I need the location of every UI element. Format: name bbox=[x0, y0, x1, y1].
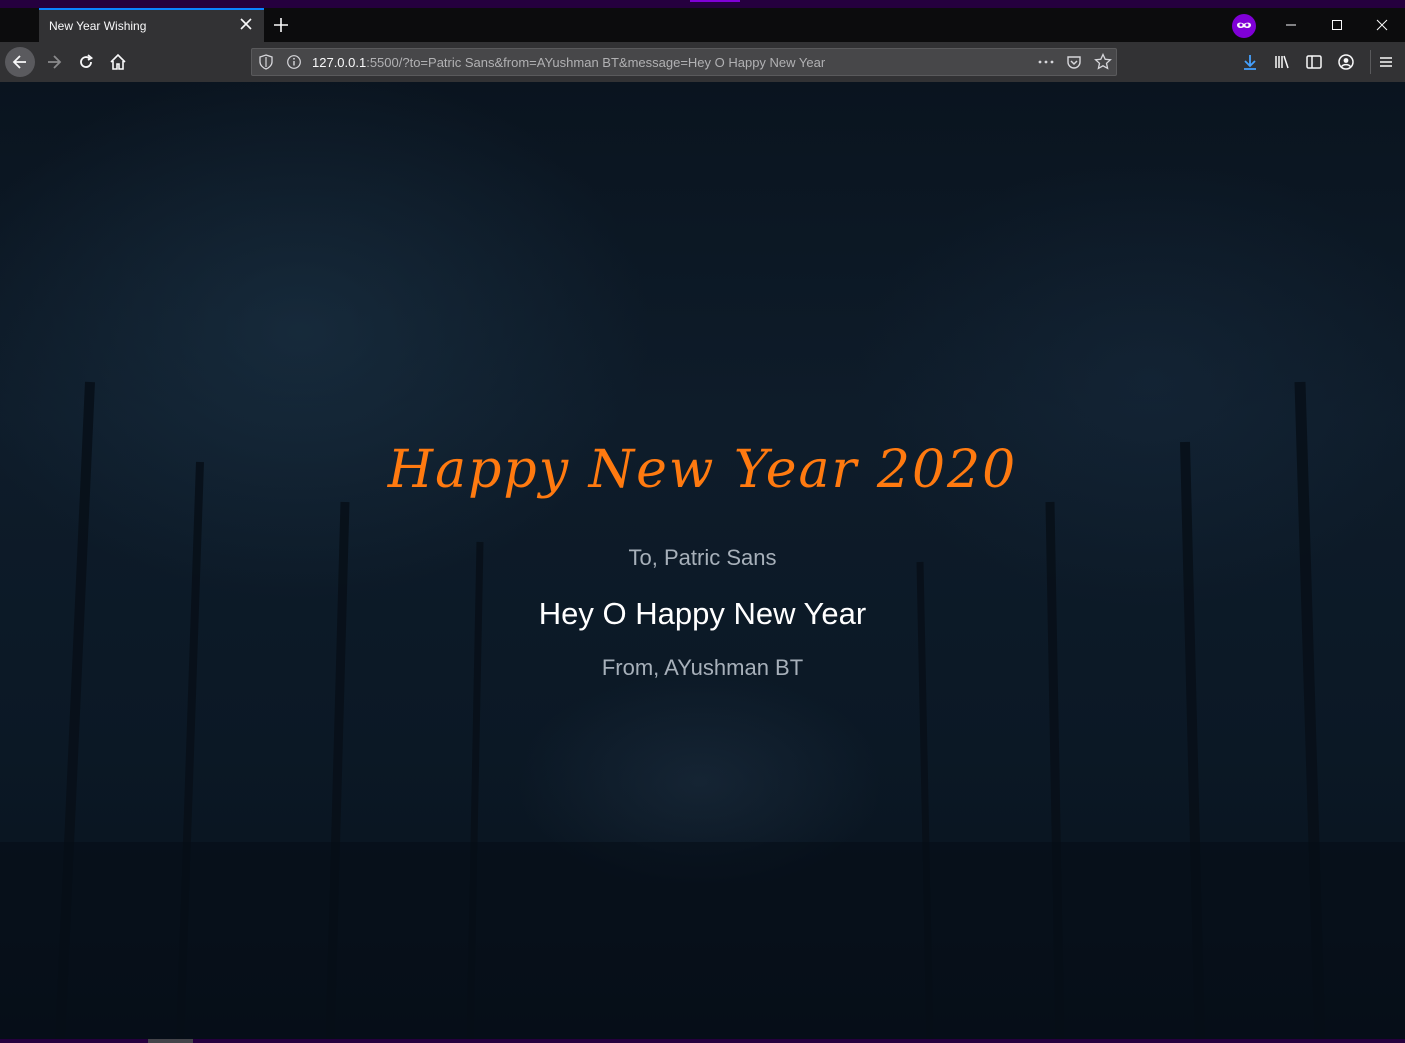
pocket-icon[interactable] bbox=[1066, 54, 1082, 74]
close-window-button[interactable] bbox=[1359, 8, 1405, 42]
url-path: :5500/?to=Patric Sans&from=AYushman BT&m… bbox=[366, 55, 826, 70]
minimize-button[interactable] bbox=[1268, 8, 1314, 42]
url-host: 127.0.0.1 bbox=[312, 55, 367, 70]
recipient-line: To, Patric Sans bbox=[628, 545, 777, 570]
downloads-button[interactable] bbox=[1238, 50, 1262, 74]
page-content: Happy New Year 2020 To, Patric Sans Hey … bbox=[0, 82, 1405, 1043]
reload-button[interactable] bbox=[74, 50, 98, 74]
download-icon bbox=[1244, 55, 1256, 70]
page-headline: Happy New Year 2020 bbox=[387, 440, 1018, 500]
bottom-edge bbox=[0, 1039, 1405, 1043]
account-icon bbox=[1338, 54, 1354, 70]
arrow-right-icon bbox=[48, 55, 62, 69]
home-button[interactable] bbox=[106, 50, 130, 74]
hamburger-icon bbox=[1380, 57, 1392, 67]
library-icon bbox=[1275, 55, 1289, 69]
maximize-button[interactable] bbox=[1314, 8, 1360, 42]
sidebar-button[interactable] bbox=[1302, 50, 1326, 74]
bottom-thumb bbox=[148, 1039, 193, 1043]
tab-title: New Year Wishing bbox=[49, 19, 147, 33]
new-tab-button[interactable] bbox=[270, 14, 292, 36]
toolbar-separator bbox=[1370, 50, 1371, 74]
library-button[interactable] bbox=[1270, 50, 1294, 74]
tab-new-year-wishing[interactable]: New Year Wishing bbox=[39, 8, 264, 42]
accent-glow bbox=[690, 0, 740, 2]
url-bar[interactable]: 127.0.0.1:5500/?to=Patric Sans&from=AYus… bbox=[251, 48, 1117, 76]
url-text[interactable]: 127.0.0.1:5500/?to=Patric Sans&from=AYus… bbox=[312, 55, 825, 70]
sidebar-icon bbox=[1306, 55, 1322, 69]
bookmark-star-icon[interactable] bbox=[1094, 52, 1112, 75]
sender-line: From, AYushman BT bbox=[601, 655, 804, 680]
account-button[interactable] bbox=[1334, 50, 1358, 74]
private-browsing-icon bbox=[1232, 14, 1256, 38]
private-window-accent bbox=[0, 0, 1405, 8]
menu-button[interactable] bbox=[1374, 50, 1398, 74]
close-icon[interactable] bbox=[238, 16, 254, 32]
tab-strip: New Year Wishing bbox=[0, 8, 1405, 42]
navigation-toolbar: 127.0.0.1:5500/?to=Patric Sans&from=AYus… bbox=[0, 42, 1405, 82]
home-icon bbox=[110, 53, 126, 70]
shield-icon[interactable] bbox=[258, 54, 274, 74]
info-icon[interactable] bbox=[286, 54, 302, 74]
arrow-left-icon bbox=[12, 55, 26, 69]
reload-icon bbox=[80, 54, 94, 68]
more-actions-icon[interactable] bbox=[1037, 54, 1055, 74]
back-button[interactable] bbox=[5, 47, 35, 77]
forward-button[interactable] bbox=[42, 50, 66, 74]
wish-message: Hey O Happy New Year bbox=[538, 596, 867, 631]
